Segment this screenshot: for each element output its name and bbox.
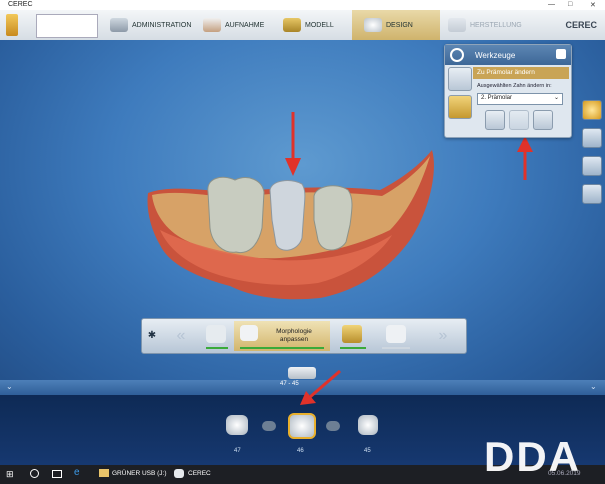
step-label: DESIGN (386, 21, 413, 29)
chevron-down-icon: ⌄ (553, 95, 559, 101)
pin-icon[interactable]: ✱ (144, 321, 160, 351)
tools-panel-title: Werkzeuge (475, 51, 516, 60)
library-tool-icon[interactable] (448, 95, 472, 119)
step-label: HERSTELLUNG (470, 21, 522, 29)
collapse-icon[interactable] (556, 49, 566, 59)
design-step-bar: ✱ « Morphologie anpassen » (141, 318, 467, 354)
minimize-button[interactable]: — (548, 1, 555, 8)
step-label: MODELL (305, 21, 334, 29)
tooth-47 (207, 176, 265, 254)
cerec-app-icon[interactable] (174, 469, 184, 478)
pontic-icon (262, 421, 276, 431)
logo-box (36, 14, 98, 38)
step-administration[interactable]: ADMINISTRATION (110, 10, 198, 40)
task-view-icon[interactable] (52, 470, 62, 478)
step-aufnahme[interactable]: AUFNAHME (203, 10, 275, 40)
administration-icon (110, 18, 128, 32)
acquisition-icon (203, 18, 221, 32)
tooth-icon (206, 325, 226, 343)
window-title: CEREC (8, 1, 33, 8)
model-icon (283, 18, 301, 32)
tooth-check-icon (386, 325, 406, 343)
change-to-premolar-tool-icon[interactable] (448, 67, 472, 91)
maximize-button[interactable]: □ (568, 1, 572, 8)
pontic-icon (326, 421, 340, 431)
tools-panel-header: Werkzeuge (445, 45, 571, 65)
tooth-morphology-icon (240, 325, 258, 341)
tooth-type-dropdown[interactable]: 2. Prämolar ⌄ (477, 93, 563, 105)
step-check[interactable] (376, 321, 416, 351)
folder-icon[interactable] (99, 469, 109, 477)
layer-icon[interactable] (582, 184, 602, 204)
step-design[interactable]: DESIGN (352, 10, 440, 40)
step-label: AUFNAHME (225, 21, 265, 29)
watermark-logo: DDA (484, 433, 581, 480)
undo-icon[interactable] (485, 110, 505, 130)
step-modell[interactable]: MODELL (283, 10, 345, 40)
tooth-45-button[interactable] (358, 415, 378, 435)
arrow-indicator (300, 369, 341, 405)
change-tooth-label: Ausgewählten Zahn ändern in: (477, 83, 552, 89)
taskbar-item-usb[interactable]: GRÜNER USB (J:) (112, 470, 167, 477)
apply-icon[interactable] (533, 110, 553, 130)
step-label: ADMINISTRATION (132, 21, 192, 29)
selected-tool-label: Zu Prämolar ändern (473, 67, 569, 79)
redo-icon (509, 110, 529, 130)
step-morphology[interactable]: Morphologie anpassen (234, 321, 330, 351)
tools-toggle-icon[interactable] (582, 100, 602, 120)
close-button[interactable]: ✕ (590, 1, 596, 9)
view-tool-icon[interactable] (582, 128, 602, 148)
title-bar: CEREC — □ ✕ (0, 0, 605, 10)
tooth-47-button[interactable] (226, 415, 248, 435)
tooth-label: 45 (364, 448, 371, 454)
tooth-45 (313, 185, 353, 251)
tooth-position-icon (342, 325, 362, 343)
brand-label: CEREC (565, 20, 597, 30)
chevron-down-icon[interactable]: ⌄ (590, 382, 597, 391)
arrow-indicator (285, 112, 301, 176)
previous-step-icon[interactable]: « (162, 321, 200, 351)
tooth-label: 47 (234, 448, 241, 454)
view-options-icon[interactable] (582, 156, 602, 176)
manufacture-icon (448, 18, 466, 32)
next-step-icon[interactable]: » (424, 321, 462, 351)
taskbar-item-cerec[interactable]: CEREC (188, 470, 211, 477)
step-tooth[interactable] (200, 321, 232, 351)
tooth-46 (269, 180, 306, 251)
chevron-down-icon[interactable]: ⌄ (6, 382, 13, 391)
step-position[interactable] (334, 321, 372, 351)
start-icon[interactable]: ⊞ (6, 469, 14, 480)
design-icon (364, 18, 382, 32)
menu-icon[interactable] (6, 14, 18, 36)
arrow-indicator (517, 136, 533, 180)
edge-icon[interactable]: e (74, 467, 80, 478)
search-icon[interactable] (30, 469, 39, 478)
tooth-46-button[interactable] (288, 413, 316, 439)
tools-icon (450, 48, 464, 62)
tooth-label: 46 (297, 448, 304, 454)
tools-panel: Werkzeuge Zu Prämolar ändern Ausgewählte… (444, 44, 572, 138)
step-herstellung: HERSTELLUNG (448, 10, 538, 40)
workflow-toolbar: ADMINISTRATION AUFNAHME MODELL DESIGN HE… (0, 10, 605, 41)
